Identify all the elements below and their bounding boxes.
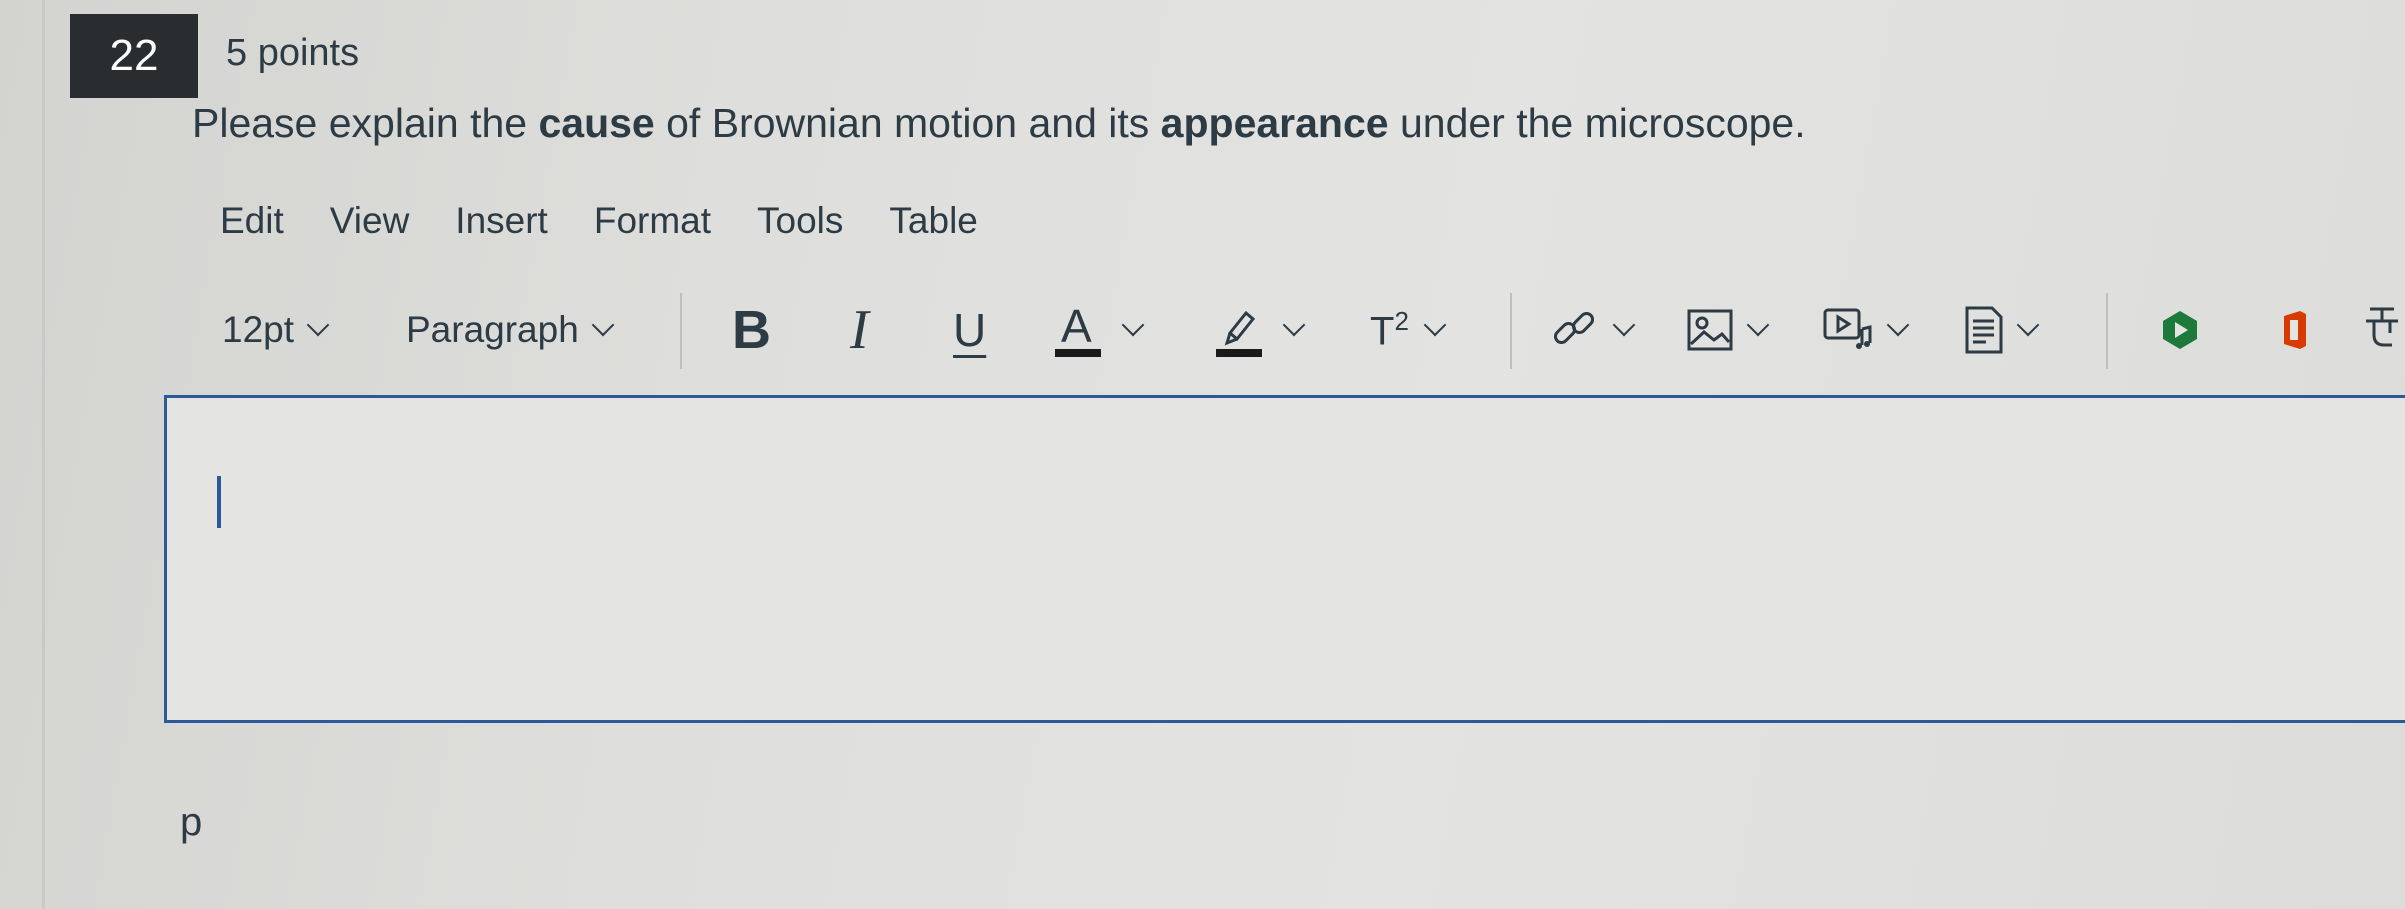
- question-points: 5 points: [226, 32, 360, 74]
- chevron-down-icon: [1121, 313, 1145, 337]
- apps-icon: [2163, 311, 2197, 349]
- menu-format[interactable]: Format: [594, 200, 711, 242]
- bold-button[interactable]: B: [732, 285, 771, 375]
- document-button[interactable]: [1964, 285, 2040, 375]
- text-cursor: [217, 476, 221, 528]
- chevron-down-icon: [591, 313, 615, 337]
- question-text-part: Please explain the: [192, 100, 539, 146]
- toolbar-divider: [1510, 293, 1512, 369]
- image-button[interactable]: [1686, 285, 1770, 375]
- rich-text-editor[interactable]: [164, 395, 2405, 723]
- chevron-down-icon: [1746, 313, 1770, 337]
- font-size-select[interactable]: 12pt: [222, 285, 330, 375]
- underline-icon: U: [953, 304, 987, 356]
- menu-insert[interactable]: Insert: [455, 200, 548, 242]
- superscript-icon: T2: [1370, 306, 1409, 354]
- more-icon: [2366, 307, 2398, 347]
- question-text: Please explain the cause of Brownian mot…: [192, 100, 1806, 147]
- apps-button[interactable]: [2158, 285, 2202, 375]
- office-icon: [2284, 311, 2306, 349]
- question-text-bold: appearance: [1160, 100, 1389, 146]
- font-size-value: 12pt: [222, 309, 295, 350]
- text-color-button[interactable]: A: [1055, 285, 1145, 375]
- block-format-value: Paragraph: [406, 309, 579, 350]
- editor-toolbar: 12pt Paragraph B I U A T2: [220, 285, 2405, 375]
- underline-button[interactable]: U: [953, 285, 986, 375]
- italic-button[interactable]: I: [850, 285, 869, 375]
- more-button[interactable]: [2360, 285, 2404, 375]
- superscript-exponent: 2: [1394, 305, 1409, 336]
- question-text-bold: cause: [538, 100, 655, 146]
- editor-menubar: Edit View Insert Format Tools Table: [220, 200, 1024, 242]
- highlight-icon: [1216, 310, 1262, 357]
- question-text-part: of Brownian motion and its: [654, 100, 1161, 146]
- chevron-down-icon: [1612, 313, 1636, 337]
- superscript-button[interactable]: T2: [1370, 285, 1447, 375]
- question-text-part: under the microscope.: [1388, 100, 1806, 146]
- menu-view[interactable]: View: [330, 200, 410, 242]
- chevron-down-icon: [1886, 313, 1910, 337]
- link-icon: [1553, 311, 1595, 345]
- question-number: 22: [109, 31, 159, 80]
- toolbar-divider: [2106, 293, 2108, 369]
- superscript-base: T: [1370, 309, 1395, 354]
- media-button[interactable]: [1822, 285, 1910, 375]
- image-icon: [1687, 309, 1733, 351]
- menu-tools[interactable]: Tools: [757, 200, 843, 242]
- text-color-glyph: A: [1061, 300, 1092, 352]
- question-left-border: [42, 0, 45, 909]
- link-button[interactable]: [1550, 285, 1636, 375]
- menu-edit[interactable]: Edit: [220, 200, 284, 242]
- italic-icon: I: [850, 299, 869, 361]
- text-color-swatch: [1055, 349, 1101, 357]
- chevron-down-icon: [306, 313, 330, 337]
- chevron-down-icon: [1423, 313, 1447, 337]
- block-format-select[interactable]: Paragraph: [406, 285, 615, 375]
- text-color-icon: A: [1055, 299, 1101, 361]
- chevron-down-icon: [1282, 313, 1306, 337]
- chevron-down-icon: [2016, 313, 2040, 337]
- bold-icon: B: [732, 300, 771, 360]
- toolbar-divider: [680, 293, 682, 369]
- element-path[interactable]: p: [180, 800, 202, 845]
- document-icon: [1965, 306, 2003, 354]
- menu-table[interactable]: Table: [889, 200, 977, 242]
- question-number-badge: 22: [70, 14, 198, 98]
- media-icon: [1823, 308, 1872, 349]
- office-button[interactable]: [2276, 285, 2310, 375]
- highlight-color-button[interactable]: [1216, 285, 1306, 375]
